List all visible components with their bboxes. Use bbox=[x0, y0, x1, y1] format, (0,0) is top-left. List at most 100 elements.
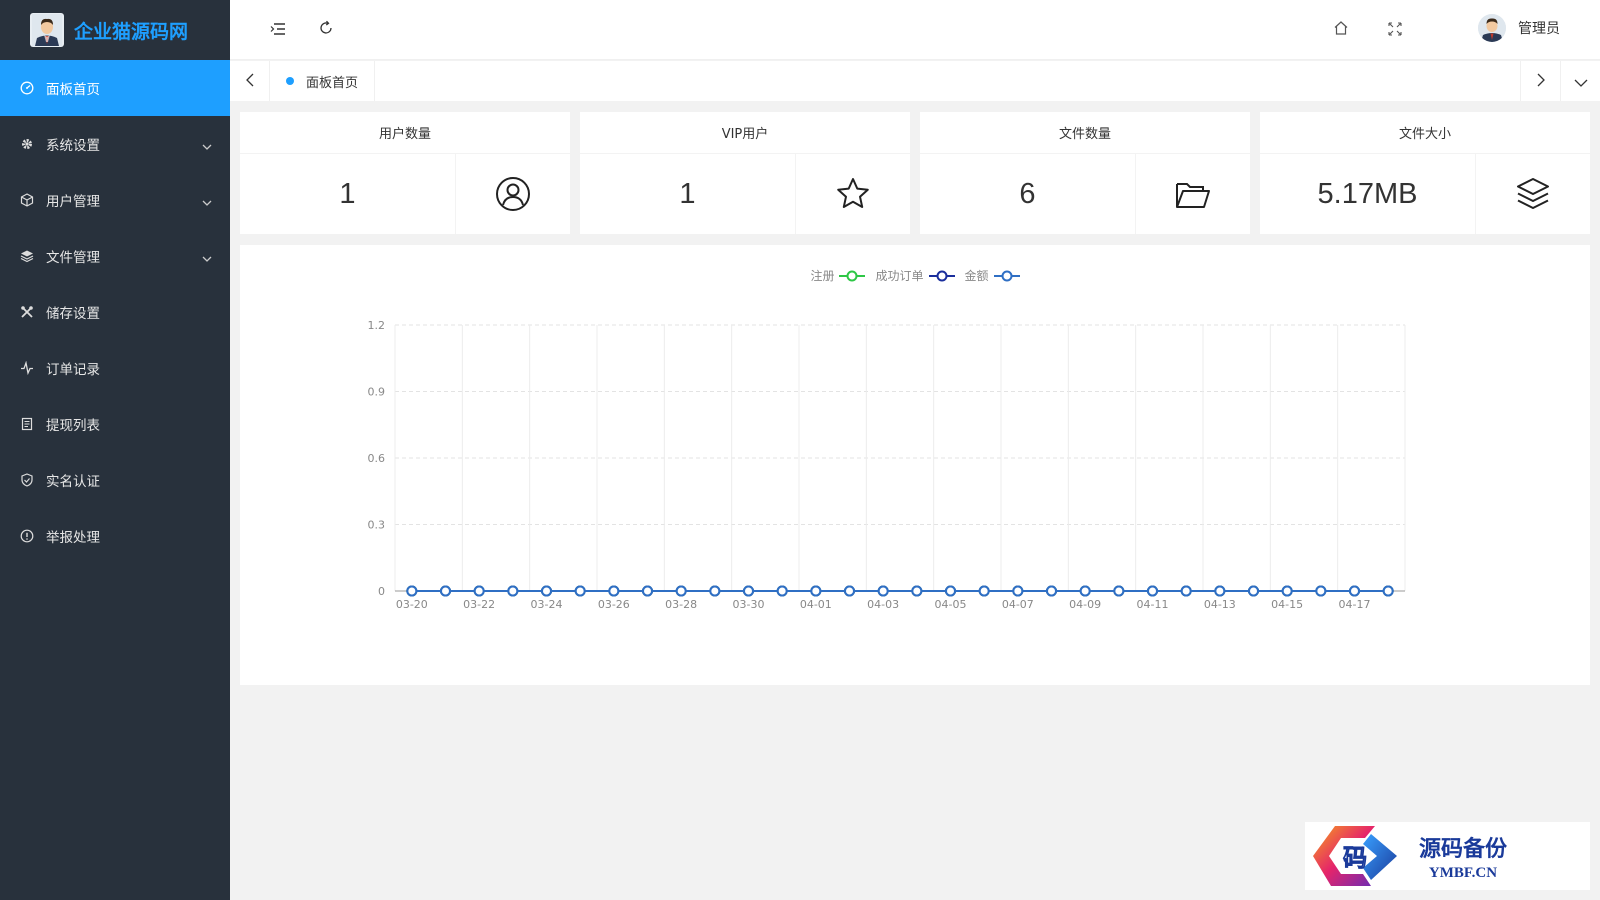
series-point bbox=[473, 585, 485, 597]
x-tick-label: 04-13 bbox=[1204, 598, 1236, 611]
sidebar-item-label: 实名认证 bbox=[46, 474, 100, 490]
x-tick-label: 03-30 bbox=[733, 598, 765, 611]
chevron-left-icon bbox=[245, 72, 254, 91]
stat-card-value: 6 bbox=[1019, 177, 1036, 210]
x-tick-label: 04-11 bbox=[1137, 598, 1169, 611]
sidebar-item-withdraw-list[interactable]: 提现列表 bbox=[0, 396, 230, 452]
sidebar-item-label: 提现列表 bbox=[46, 418, 100, 434]
tabs-prev-button[interactable] bbox=[230, 61, 270, 101]
stat-card-body: 6 bbox=[920, 154, 1250, 234]
home-icon bbox=[1333, 20, 1349, 40]
folder-open-icon bbox=[1136, 154, 1250, 234]
series-point bbox=[1281, 585, 1293, 597]
user-circle-icon bbox=[456, 154, 570, 234]
x-tick-label: 04-05 bbox=[935, 598, 967, 611]
shield-check-icon bbox=[20, 473, 34, 487]
series-point bbox=[1248, 585, 1259, 597]
series-point bbox=[978, 585, 990, 597]
tabs-more-button[interactable] bbox=[1560, 61, 1600, 101]
stats-cards: 用户数量 1 VIP用户 1 文件数量 6 文件大小 5.17MB bbox=[240, 112, 1590, 234]
stat-card-title: 文件数量 bbox=[920, 112, 1250, 154]
sidebar-item-storage-settings[interactable]: 储存设置 bbox=[0, 284, 230, 340]
user-name: 管理员 bbox=[1518, 21, 1560, 37]
chevron-down-icon bbox=[202, 138, 212, 154]
stat-card-value: 1 bbox=[339, 177, 356, 210]
stat-card-title: 用户数量 bbox=[240, 112, 570, 154]
series-point bbox=[642, 585, 653, 597]
x-tick-label: 03-24 bbox=[531, 598, 563, 611]
watermark-logo: 码 bbox=[1313, 826, 1397, 886]
stat-card-title: 文件大小 bbox=[1260, 112, 1590, 154]
sidebar-item-label: 举报处理 bbox=[46, 530, 100, 546]
series-point bbox=[1012, 585, 1024, 597]
info-circle-icon bbox=[20, 529, 34, 543]
sidebar-item-system-settings[interactable]: 系统设置 bbox=[0, 116, 230, 172]
series-point bbox=[1079, 585, 1091, 597]
sidebar-item-label: 文件管理 bbox=[46, 250, 100, 266]
sidebar: 企业猫源码网 面板首页 系统设置 用户管理 文件管理 储存设置 订单记录 提现列… bbox=[0, 0, 230, 900]
top-header: 管理员 bbox=[230, 0, 1600, 60]
sidebar-item-label: 用户管理 bbox=[46, 194, 100, 210]
series-point bbox=[440, 585, 451, 597]
cube-icon bbox=[20, 193, 34, 207]
sidebar-item-order-records[interactable]: 订单记录 bbox=[0, 340, 230, 396]
refresh-button[interactable] bbox=[314, 18, 338, 42]
stat-card-value: 1 bbox=[679, 177, 696, 210]
series-point bbox=[844, 585, 855, 597]
watermark-text: 源码备份 YMBF.CN bbox=[1419, 831, 1507, 882]
x-tick-label: 03-28 bbox=[665, 598, 697, 611]
watermark-en: YMBF.CN bbox=[1428, 864, 1498, 881]
svg-text:码: 码 bbox=[1343, 843, 1367, 872]
x-tick-label: 04-07 bbox=[1002, 598, 1034, 611]
series-point bbox=[675, 585, 687, 597]
home-button[interactable] bbox=[1329, 18, 1353, 42]
chevron-down-icon bbox=[1574, 72, 1588, 91]
series-point bbox=[1382, 585, 1394, 597]
user-menu[interactable]: 管理员 bbox=[1478, 14, 1560, 42]
stat-card-value: 5.17MB bbox=[1317, 177, 1418, 210]
y-tick-label: 0.3 bbox=[368, 519, 386, 532]
series-point bbox=[1180, 585, 1192, 597]
x-tick-label: 03-22 bbox=[463, 598, 495, 611]
series-point bbox=[877, 585, 889, 597]
sidebar-item-real-name-auth[interactable]: 实名认证 bbox=[0, 452, 230, 508]
tabs-next-button[interactable] bbox=[1520, 61, 1560, 101]
series-point bbox=[776, 585, 788, 597]
x-tick-label: 03-26 bbox=[598, 598, 630, 611]
x-tick-label: 04-15 bbox=[1271, 598, 1303, 611]
dashboard-icon bbox=[20, 81, 34, 95]
series-point bbox=[945, 585, 956, 597]
tools-icon bbox=[20, 305, 34, 319]
sidebar-item-dashboard[interactable]: 面板首页 bbox=[0, 60, 230, 116]
brand[interactable]: 企业猫源码网 bbox=[0, 0, 230, 60]
series-point bbox=[1349, 585, 1360, 597]
series-point bbox=[541, 585, 552, 597]
x-tick-label: 04-17 bbox=[1339, 598, 1371, 611]
stat-card-body: 5.17MB bbox=[1260, 154, 1590, 234]
sidebar-item-user-management[interactable]: 用户管理 bbox=[0, 172, 230, 228]
series-point bbox=[406, 585, 418, 597]
tab-active-dot bbox=[286, 77, 294, 85]
gear-icon bbox=[20, 137, 34, 151]
y-tick-label: 0 bbox=[378, 585, 385, 598]
y-tick-label: 1.2 bbox=[368, 319, 386, 332]
refresh-icon bbox=[318, 20, 334, 40]
line-chart: 0 0.3 0.6 0.9 1.2 03-20 03-22 03-24 03-26 03-28 03… bbox=[368, 319, 1406, 611]
sidebar-item-label: 系统设置 bbox=[46, 138, 100, 154]
fullscreen-icon bbox=[1388, 21, 1402, 40]
star-icon bbox=[796, 154, 910, 234]
chevron-right-icon bbox=[1537, 72, 1545, 91]
watermark: 码 源码备份 YMBF.CN bbox=[1305, 822, 1590, 890]
layers-icon bbox=[20, 249, 34, 263]
sidebar-item-file-management[interactable]: 文件管理 bbox=[0, 228, 230, 284]
stat-card-users: 用户数量 1 bbox=[240, 112, 570, 234]
series-point bbox=[1046, 585, 1057, 597]
sidebar-item-report-handling[interactable]: 举报处理 bbox=[0, 508, 230, 564]
stat-card-body: 1 bbox=[580, 154, 910, 234]
fullscreen-button[interactable] bbox=[1383, 18, 1407, 42]
tab-dashboard[interactable]: 面板首页 bbox=[270, 61, 376, 101]
series-point bbox=[574, 585, 586, 597]
menu-toggle-button[interactable] bbox=[266, 18, 290, 42]
chart-panel: 注册 成功订单 金额 0 0.3 0.6 0.9 1.2 03-20 03-22 03-24 0… bbox=[240, 245, 1590, 685]
series-point bbox=[1147, 585, 1158, 597]
